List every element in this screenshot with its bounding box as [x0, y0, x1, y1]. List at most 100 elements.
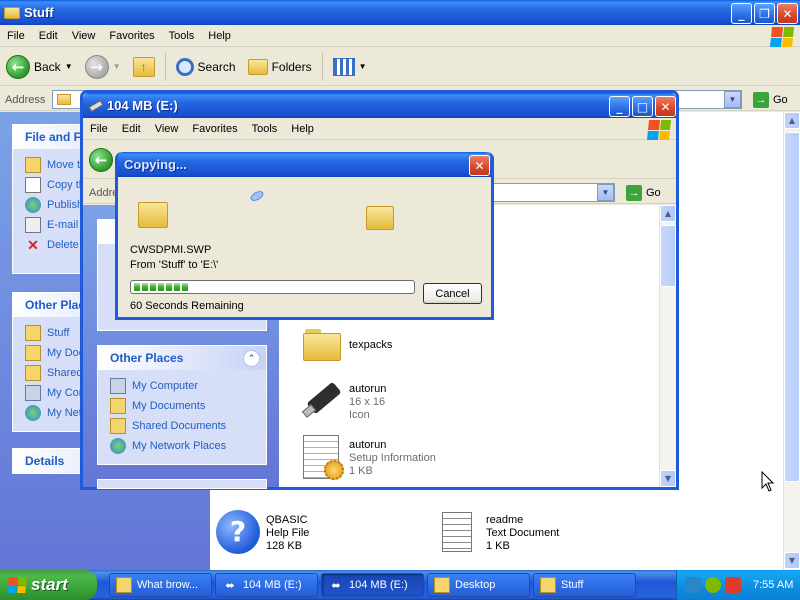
- stuff-toolbar: ← Back ▼ → ▼ ↑ Search Folders ▼: [0, 48, 800, 86]
- menu-tools[interactable]: Tools: [162, 30, 202, 42]
- views-button[interactable]: ▼: [327, 50, 373, 84]
- file-item-autorun-inf[interactable]: autorun Setup Information 1 KB: [303, 435, 436, 480]
- drive-scrollbar[interactable]: ▲ ▼: [659, 205, 676, 487]
- back-arrow-icon: ←: [89, 147, 113, 172]
- go-arrow-icon: →: [753, 91, 769, 108]
- close-button[interactable]: ✕: [469, 155, 490, 176]
- menu-tools[interactable]: Tools: [245, 123, 285, 135]
- folders-button[interactable]: Folders: [242, 50, 318, 84]
- taskbar-item-browser[interactable]: What brow...: [109, 573, 212, 597]
- menu-file[interactable]: File: [0, 30, 32, 42]
- file-type: Help File: [266, 527, 310, 539]
- drive-titlebar[interactable]: 104 MB (E:) _ □ ✕: [83, 93, 676, 118]
- toolbar-separator: [321, 52, 323, 81]
- computer-icon: [110, 378, 126, 394]
- scroll-thumb[interactable]: [784, 132, 800, 482]
- file-item-qbasic[interactable]: ? QBASIC Help File 128 KB: [216, 510, 309, 554]
- volume-tray-icon[interactable]: [705, 577, 721, 593]
- cancel-button[interactable]: Cancel: [423, 283, 482, 304]
- menu-favorites[interactable]: Favorites: [185, 123, 244, 135]
- scroll-thumb[interactable]: [660, 225, 676, 287]
- stuff-scrollbar[interactable]: ▲ ▼: [783, 112, 800, 570]
- menu-view[interactable]: View: [65, 30, 103, 42]
- copy-filename: CWSDPMI.SWP: [130, 244, 212, 256]
- up-folder-button[interactable]: ↑: [127, 50, 161, 84]
- go-button[interactable]: → Go: [620, 184, 667, 201]
- menu-help[interactable]: Help: [284, 123, 321, 135]
- network-icon: [25, 405, 41, 421]
- folder-icon: [25, 325, 41, 341]
- menu-edit[interactable]: Edit: [115, 123, 148, 135]
- taskbar-item-drive-2[interactable]: ⬌ 104 MB (E:): [321, 573, 424, 597]
- removable-drive-icon: ⬌: [331, 579, 341, 592]
- taskbar-item-drive-1[interactable]: ⬌ 104 MB (E:): [215, 573, 318, 597]
- windows-logo-icon: [646, 120, 672, 140]
- place-shared-documents[interactable]: Shared Documents: [98, 416, 266, 436]
- copy-dialog-titlebar[interactable]: Copying... ✕: [118, 152, 491, 177]
- taskbar-item-stuff[interactable]: Stuff: [533, 573, 636, 597]
- file-item-autorun-icon[interactable]: autorun 16 x 16 Icon: [301, 379, 386, 422]
- place-my-documents[interactable]: My Documents: [98, 396, 266, 416]
- menu-view[interactable]: View: [148, 123, 186, 135]
- place-my-network[interactable]: My Network Places: [98, 436, 266, 456]
- copy-icon: [25, 177, 41, 193]
- close-button[interactable]: ✕: [777, 3, 798, 24]
- network-icon: [110, 438, 126, 454]
- menu-favorites[interactable]: Favorites: [102, 30, 161, 42]
- email-icon: [25, 217, 41, 233]
- other-places-header[interactable]: Other Places ⌃: [98, 346, 266, 370]
- back-button[interactable]: ← Back ▼: [0, 50, 79, 84]
- search-icon: [175, 57, 194, 76]
- security-shield-icon[interactable]: [725, 577, 741, 593]
- file-type: Icon: [349, 409, 370, 421]
- views-icon: [332, 57, 355, 76]
- file-name: QBASIC: [266, 514, 308, 526]
- stuff-title: Stuff: [24, 5, 54, 20]
- file-name: texpacks: [349, 339, 393, 351]
- search-button[interactable]: Search: [170, 50, 242, 84]
- shared-folder-icon: [25, 365, 41, 381]
- folder-icon: [303, 327, 343, 361]
- clock[interactable]: 7:55 AM: [753, 579, 793, 591]
- copy-from-to: From 'Stuff' to 'E:\': [130, 259, 219, 271]
- file-item-readme[interactable]: readme Text Document 1 KB: [438, 510, 559, 553]
- go-label: Go: [773, 93, 788, 106]
- usb-drive-icon: [301, 379, 343, 419]
- scroll-down-button[interactable]: ▼: [660, 470, 676, 487]
- chevron-down-icon: ▼: [112, 62, 121, 71]
- file-item-texpacks[interactable]: texpacks: [303, 327, 392, 361]
- address-dropdown-button[interactable]: ▼: [724, 91, 741, 108]
- file-type: Text Document: [486, 527, 560, 539]
- copy-dialog: Copying... ✕ CWSDPMI.SWP From 'Stuff' to…: [115, 152, 494, 320]
- menu-help[interactable]: Help: [201, 30, 238, 42]
- start-button[interactable]: start: [0, 570, 97, 600]
- place-my-computer[interactable]: My Computer: [98, 376, 266, 396]
- copy-dialog-title: Copying...: [124, 157, 187, 172]
- shared-folder-icon: [110, 418, 126, 434]
- maximize-button[interactable]: □: [632, 96, 653, 117]
- menu-file[interactable]: File: [83, 123, 115, 135]
- stuff-titlebar[interactable]: Stuff _ ❐ ✕: [0, 0, 800, 25]
- toolbar-separator: [164, 52, 166, 81]
- forward-button[interactable]: → ▼: [79, 50, 127, 84]
- network-tray-icon[interactable]: [685, 577, 701, 593]
- folders-icon: [247, 58, 268, 75]
- go-button[interactable]: → Go: [747, 91, 794, 108]
- scroll-down-button[interactable]: ▼: [784, 552, 800, 569]
- taskbar-item-desktop[interactable]: Desktop: [427, 573, 530, 597]
- collapse-chevron-icon[interactable]: ⌃: [243, 350, 260, 367]
- address-dropdown-button[interactable]: ▼: [597, 184, 614, 201]
- back-button[interactable]: ←: [83, 143, 119, 177]
- scroll-up-button[interactable]: ▲: [784, 112, 800, 129]
- removable-drive-icon: ⬌: [225, 579, 235, 592]
- restore-button[interactable]: ❐: [754, 3, 775, 24]
- scroll-up-button[interactable]: ▲: [660, 205, 676, 222]
- text-document-icon: [442, 512, 472, 552]
- file-type: Setup Information: [349, 452, 436, 464]
- minimize-button[interactable]: _: [609, 96, 630, 117]
- time-remaining: 60 Seconds Remaining: [130, 300, 244, 312]
- minimize-button[interactable]: _: [731, 3, 752, 24]
- windows-logo-icon: [769, 27, 795, 47]
- close-button[interactable]: ✕: [655, 96, 676, 117]
- menu-edit[interactable]: Edit: [32, 30, 65, 42]
